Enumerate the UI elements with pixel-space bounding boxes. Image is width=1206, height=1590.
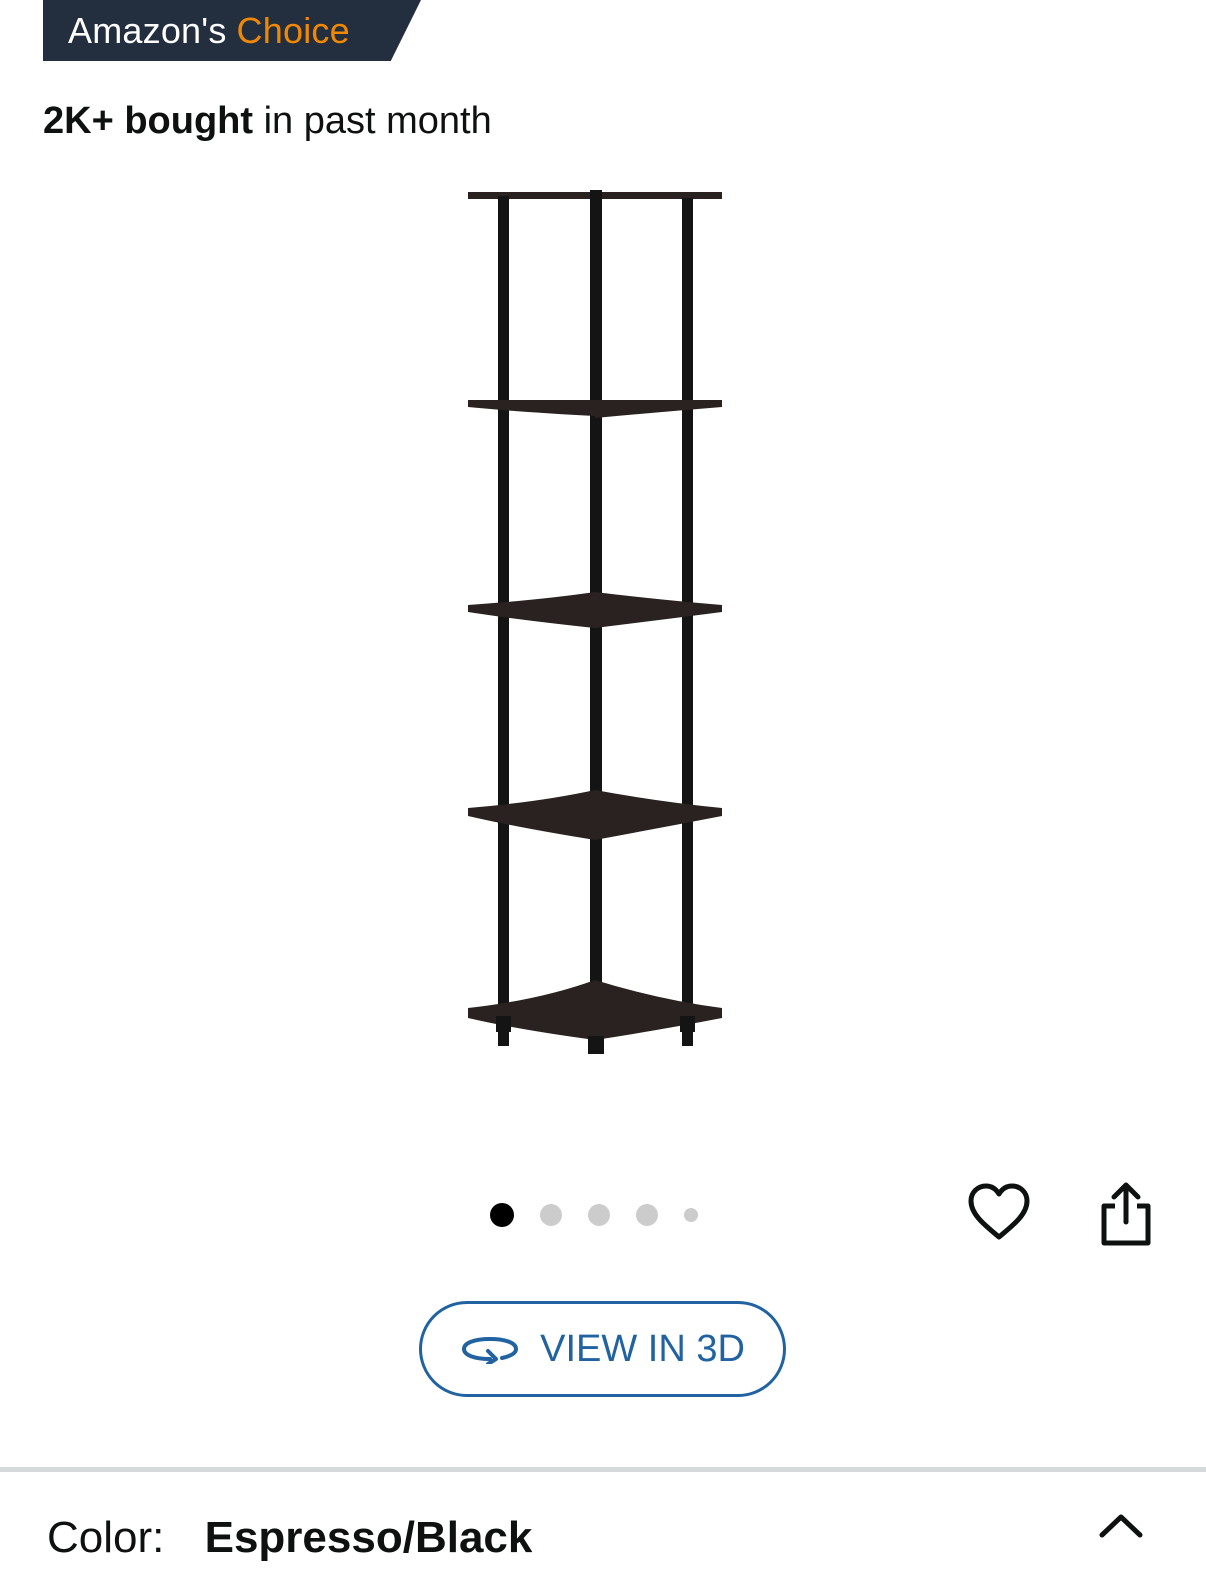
corner-shelf-image xyxy=(468,190,722,1054)
section-divider xyxy=(0,1467,1206,1472)
heart-icon xyxy=(968,1183,1030,1240)
rotate-3d-icon xyxy=(462,1336,519,1364)
carousel-dot[interactable] xyxy=(490,1203,514,1227)
bought-count: 2K+ bought xyxy=(43,100,254,142)
carousel-dot[interactable] xyxy=(636,1204,658,1226)
color-selector[interactable]: Color: Espresso/Black xyxy=(47,1513,532,1563)
carousel-dots[interactable] xyxy=(490,1203,724,1227)
chevron-up-icon xyxy=(1099,1514,1143,1538)
share-icon xyxy=(1101,1182,1151,1246)
badge-highlight: Choice xyxy=(236,9,350,51)
product-image[interactable] xyxy=(460,180,740,1080)
color-label: Color: xyxy=(47,1513,165,1562)
bought-period: in past month xyxy=(263,100,492,142)
color-value: Espresso/Black xyxy=(204,1513,533,1562)
carousel-dot[interactable] xyxy=(540,1204,562,1226)
color-toggle-button[interactable] xyxy=(1098,1510,1144,1545)
bought-count-text: 2K+ bought in past month xyxy=(43,100,492,143)
carousel-dot[interactable] xyxy=(588,1204,610,1226)
amazons-choice-badge: Amazon's Choice xyxy=(43,0,421,61)
view-in-3d-label: VIEW IN 3D xyxy=(540,1327,745,1370)
view-in-3d-button[interactable]: VIEW IN 3D xyxy=(419,1301,786,1397)
wishlist-button[interactable] xyxy=(966,1181,1032,1248)
share-button[interactable] xyxy=(1099,1180,1153,1253)
carousel-dot[interactable] xyxy=(684,1208,698,1222)
badge-prefix: Amazon's xyxy=(68,9,227,51)
